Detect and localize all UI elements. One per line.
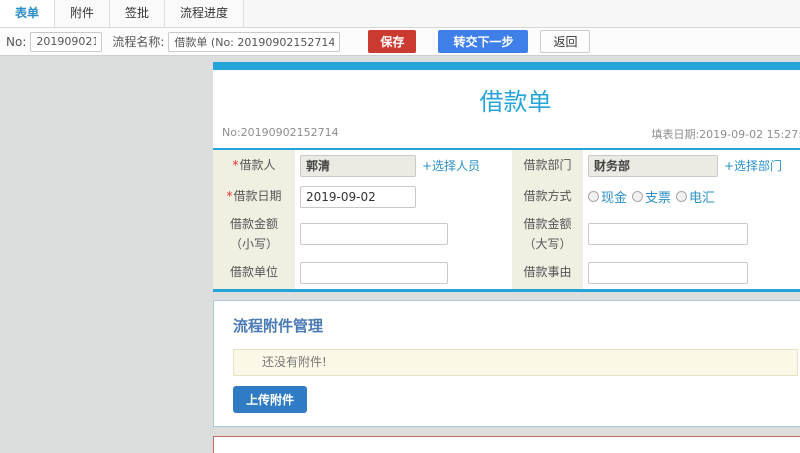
amount-uppercase-label-cell: 借款金额（大写）	[512, 212, 583, 256]
command-bar: No: 流程名称: 保存 转交下一步 返回	[0, 28, 800, 56]
loan-date-label-cell: *借款日期	[213, 181, 295, 212]
form-no-text: No:20190902152714	[222, 126, 339, 139]
amount-lowercase-label-cell: 借款金额（小写）	[213, 212, 295, 256]
loan-reason-field-cell	[583, 256, 800, 289]
radio-cash[interactable]: 现金	[588, 187, 627, 206]
attachment-panel-title: 流程附件管理	[233, 317, 324, 335]
process-name-input[interactable]	[168, 31, 341, 52]
borrower-field-cell: +选择人员	[295, 150, 512, 181]
approval-panel: 流程签批意见 B I abc ✎	[213, 436, 800, 453]
loan-unit-field-cell	[295, 256, 512, 289]
document-area: 借款单 No:20190902152714 填表日期:2019-09-02 15…	[213, 62, 800, 453]
amount-uppercase-field-cell	[583, 212, 800, 256]
form-grid: *借款人 +选择人员 借款部门 +选择部门 *借款日期 借款方式	[213, 150, 800, 289]
loan-date-input[interactable]	[300, 185, 416, 208]
required-mark: *	[226, 189, 233, 204]
radio-circle-icon	[632, 191, 644, 202]
department-field-cell: +选择部门	[583, 150, 800, 181]
attachment-panel: 流程附件管理 还没有附件! 上传附件	[213, 300, 800, 427]
radio-circle-icon	[588, 191, 599, 202]
loan-unit-input[interactable]	[300, 261, 448, 284]
back-button[interactable]: 返回	[540, 30, 591, 53]
loan-unit-label-cell: 借款单位	[213, 256, 295, 289]
form-date-text: 填表日期:2019-09-02 15:27:1	[651, 128, 800, 141]
tab-bar: 表单 附件 签批 流程进度	[0, 0, 800, 28]
loan-method-label-cell: 借款方式	[512, 181, 583, 212]
tab-attachments[interactable]: 附件	[55, 0, 111, 27]
tab-progress[interactable]: 流程进度	[165, 0, 245, 27]
form-top-accent-bar	[213, 62, 800, 70]
loan-method-radio-group: 现金 支票 电汇	[588, 187, 720, 206]
save-button[interactable]: 保存	[368, 30, 417, 53]
loan-form-card: 借款单 No:20190902152714 填表日期:2019-09-02 15…	[213, 62, 800, 292]
department-input[interactable]	[588, 154, 718, 177]
form-meta-row: No:20190902152714 填表日期:2019-09-02 15:27:…	[213, 126, 800, 150]
borrower-input[interactable]	[300, 154, 416, 177]
loan-reason-input[interactable]	[588, 261, 748, 284]
upload-attachment-button[interactable]: 上传附件	[233, 386, 308, 413]
amount-lowercase-field-cell	[295, 212, 512, 256]
radio-circle-icon	[676, 191, 688, 202]
no-attachment-message: 还没有附件!	[233, 349, 798, 376]
select-department-link[interactable]: +选择部门	[724, 157, 782, 174]
forward-next-step-button[interactable]: 转交下一步	[438, 30, 529, 53]
select-person-link[interactable]: +选择人员	[422, 157, 480, 174]
tab-form[interactable]: 表单	[0, 0, 56, 27]
loan-date-field-cell	[295, 181, 512, 212]
amount-lowercase-input[interactable]	[300, 223, 448, 245]
borrower-label-cell: *借款人	[213, 150, 295, 181]
department-label-cell: 借款部门	[512, 150, 583, 181]
loan-reason-label-cell: 借款事由	[512, 256, 583, 289]
required-mark: *	[232, 158, 239, 173]
no-input[interactable]	[30, 31, 103, 52]
tab-approval[interactable]: 签批	[110, 0, 166, 27]
amount-uppercase-input[interactable]	[588, 223, 748, 245]
no-label: No:	[6, 34, 27, 49]
page: { "tabs": [ { "label": "表单", "active": t…	[0, 0, 800, 453]
radio-wire-transfer[interactable]: 电汇	[676, 187, 715, 206]
radio-cheque[interactable]: 支票	[632, 187, 671, 206]
form-title: 借款单	[479, 88, 552, 116]
loan-method-field-cell: 现金 支票 电汇	[583, 181, 800, 212]
process-name-label: 流程名称:	[112, 35, 165, 49]
